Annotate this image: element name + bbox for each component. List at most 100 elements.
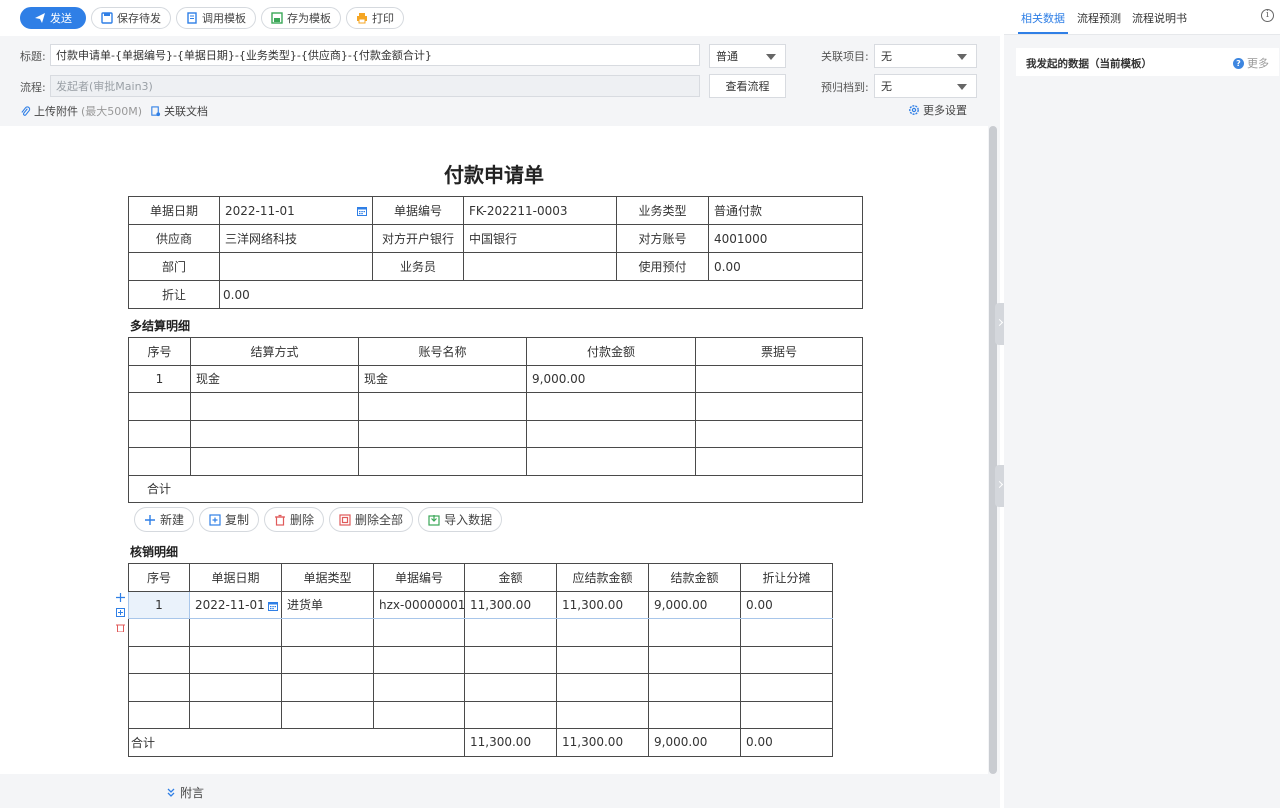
send-button[interactable]: 发送 xyxy=(20,7,86,29)
table-cell[interactable] xyxy=(189,673,282,702)
table-cell[interactable] xyxy=(695,364,863,393)
table-cell[interactable] xyxy=(281,618,374,647)
table-cell[interactable] xyxy=(189,618,282,647)
tab-flow-manual[interactable]: 流程说明书 xyxy=(1132,10,1187,26)
table-cell[interactable] xyxy=(128,419,191,448)
table-cell[interactable]: 0.00 xyxy=(740,590,833,619)
table-cell[interactable] xyxy=(556,645,649,674)
delete-all-button[interactable]: 删除全部 xyxy=(329,507,414,532)
use-template-button[interactable]: 调用模板 xyxy=(176,7,256,29)
prepay-field[interactable]: 0.00 xyxy=(708,252,863,281)
doc-no-field[interactable]: FK-202211-0003 xyxy=(463,196,617,225)
delete-row-button[interactable]: 删除 xyxy=(264,507,325,532)
table-cell[interactable]: 1 xyxy=(128,364,191,393)
dept-field[interactable] xyxy=(219,252,373,281)
table-cell[interactable] xyxy=(648,645,741,674)
table-cell[interactable] xyxy=(526,447,696,476)
discount-field[interactable]: 0.00 xyxy=(219,280,863,309)
priority-select[interactable]: 普通 xyxy=(709,44,786,68)
table-cell[interactable] xyxy=(740,700,833,729)
import-data-button[interactable]: 导入数据 xyxy=(418,507,503,532)
table-cell[interactable] xyxy=(189,700,282,729)
staff-field[interactable] xyxy=(463,252,617,281)
table-cell[interactable]: 11,300.00 xyxy=(464,590,557,619)
table-cell[interactable]: 1 xyxy=(128,590,190,619)
table-cell[interactable] xyxy=(189,645,282,674)
flow-input[interactable]: 发起者(审批Main3) xyxy=(50,75,700,97)
table-cell[interactable] xyxy=(190,392,359,421)
table-cell[interactable] xyxy=(695,419,863,448)
related-docs-link[interactable]: 关联文档 xyxy=(150,103,208,119)
table-cell[interactable] xyxy=(740,645,833,674)
view-flow-button[interactable]: 查看流程 xyxy=(709,74,786,98)
new-row-button[interactable]: 新建 xyxy=(134,507,195,532)
table-cell[interactable] xyxy=(373,645,465,674)
table-cell[interactable] xyxy=(526,419,696,448)
more-link[interactable]: ? 更多 xyxy=(1233,55,1269,71)
table-cell[interactable] xyxy=(464,618,557,647)
table-cell[interactable] xyxy=(695,392,863,421)
table-cell[interactable] xyxy=(464,673,557,702)
table-cell[interactable]: 现金 xyxy=(190,364,359,393)
info-icon[interactable]: i xyxy=(1261,9,1274,22)
table-cell[interactable] xyxy=(128,618,190,647)
table-cell[interactable] xyxy=(190,419,359,448)
biz-type-field[interactable]: 普通付款 xyxy=(708,196,863,225)
table-cell[interactable] xyxy=(464,700,557,729)
vertical-scrollbar[interactable] xyxy=(989,126,997,774)
table-cell[interactable]: 进货单 xyxy=(281,590,374,619)
save-draft-button[interactable]: 保存待发 xyxy=(91,7,171,29)
copy-row-icon[interactable] xyxy=(114,608,126,623)
table-cell[interactable] xyxy=(556,700,649,729)
table-cell[interactable] xyxy=(358,447,527,476)
table-cell[interactable] xyxy=(556,673,649,702)
table-cell[interactable] xyxy=(648,618,741,647)
table-cell[interactable] xyxy=(740,618,833,647)
table-cell[interactable] xyxy=(358,419,527,448)
related-project-select[interactable]: 无 xyxy=(874,44,977,68)
table-cell[interactable] xyxy=(358,392,527,421)
table-cell[interactable] xyxy=(648,700,741,729)
copy-row-button[interactable]: 复制 xyxy=(199,507,260,532)
table-cell[interactable] xyxy=(128,392,191,421)
table-cell[interactable] xyxy=(281,673,374,702)
date-field[interactable]: 2022-11-01 xyxy=(219,196,373,225)
save-template-button[interactable]: 存为模板 xyxy=(261,7,341,29)
note-toggle[interactable]: 附言 xyxy=(166,784,204,801)
upload-attachment-link[interactable]: 上传附件 (最大500M) xyxy=(20,103,142,119)
delete-row-trash-icon[interactable] xyxy=(114,623,126,638)
table-cell[interactable] xyxy=(281,645,374,674)
bank-field[interactable]: 中国银行 xyxy=(463,224,617,253)
expand-panel-toggle[interactable] xyxy=(995,465,1004,507)
table-cell[interactable] xyxy=(373,618,465,647)
table-cell[interactable] xyxy=(526,392,696,421)
print-button[interactable]: 打印 xyxy=(346,7,404,29)
table-cell[interactable]: 9,000.00 xyxy=(526,364,696,393)
table-cell[interactable] xyxy=(128,645,190,674)
table-cell[interactable] xyxy=(128,447,191,476)
table-cell[interactable] xyxy=(281,700,374,729)
table-cell[interactable] xyxy=(695,447,863,476)
table-cell[interactable] xyxy=(128,673,190,702)
expand-panel-toggle[interactable] xyxy=(995,303,1004,345)
more-settings-link[interactable]: 更多设置 xyxy=(908,102,967,118)
insert-row-plus-icon[interactable] xyxy=(114,593,126,608)
table-cell[interactable] xyxy=(190,447,359,476)
table-cell[interactable] xyxy=(648,673,741,702)
table-cell[interactable]: 9,000.00 xyxy=(648,590,741,619)
table-cell[interactable]: hzx-00000001 xyxy=(373,590,465,619)
supplier-field[interactable]: 三洋网络科技 xyxy=(219,224,373,253)
calendar-icon[interactable] xyxy=(268,601,278,611)
table-cell[interactable] xyxy=(373,673,465,702)
table-cell[interactable] xyxy=(556,618,649,647)
table-cell[interactable]: 2022-11-01 xyxy=(189,590,282,619)
table-cell[interactable] xyxy=(128,700,190,729)
table-cell[interactable]: 现金 xyxy=(358,364,527,393)
title-input[interactable]: 付款申请单-{单据编号}-{单据日期}-{业务类型}-{供应商}-{付款金额合计… xyxy=(50,44,700,66)
account-field[interactable]: 4001000 xyxy=(708,224,863,253)
table-cell[interactable] xyxy=(464,645,557,674)
table-cell[interactable]: 11,300.00 xyxy=(556,590,649,619)
tab-related-data[interactable]: 相关数据 xyxy=(1021,10,1065,26)
archive-select[interactable]: 无 xyxy=(874,74,977,98)
calendar-icon[interactable] xyxy=(357,206,367,216)
